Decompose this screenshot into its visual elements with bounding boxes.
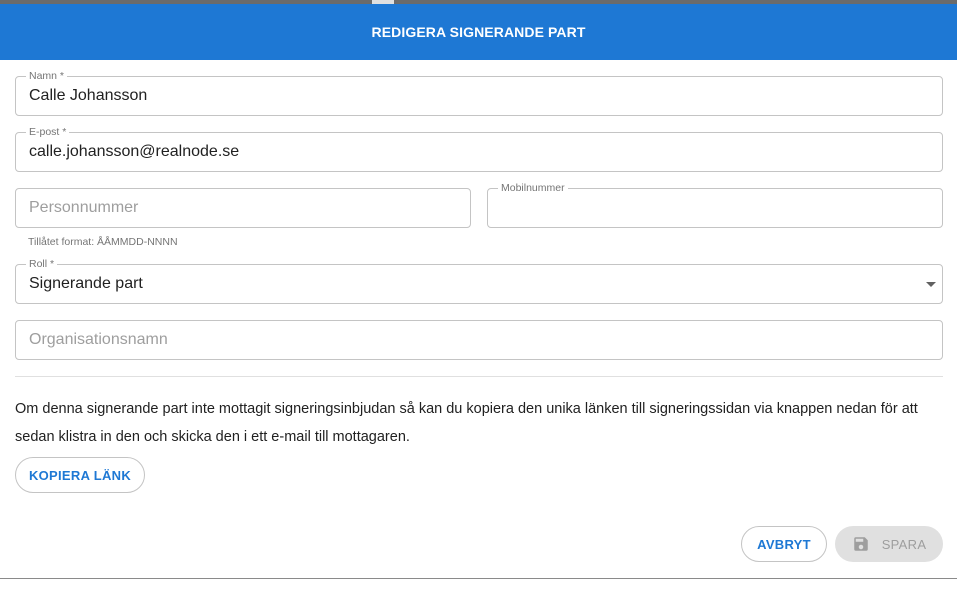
copy-link-info-text: Om denna signerande part inte mottagit s… [15,401,918,445]
save-button[interactable]: SPARA [835,526,943,562]
cancel-button[interactable]: AVBRYT [741,526,827,562]
copy-link-button[interactable]: KOPIERA LÄNK [15,457,145,493]
save-label: SPARA [881,536,927,552]
name-field[interactable]: Namn * Calle Johansson [15,70,943,116]
floppy-disk-icon [853,537,868,551]
chevron-down-icon[interactable] [926,282,936,287]
personnummer-placeholder: Personnummer [29,199,139,216]
cancel-label: AVBRYT [757,536,811,552]
mobile-field[interactable]: Mobilnummer [487,182,943,228]
personnummer-helper-text: Tillåtet format: ÅÅMMDD-NNNN [28,236,178,248]
personnummer-field[interactable]: Personnummer [15,188,471,228]
mobile-label: Mobilnummer [498,182,568,194]
name-value: Calle Johansson [29,87,148,104]
copy-link-label: KOPIERA LÄNK [28,467,132,483]
email-field[interactable]: E-post * calle.johansson@realnode.se [15,126,943,172]
role-select[interactable]: Roll * Signerande part [15,258,943,304]
dialog-header: REDIGERA SIGNERANDE PART [0,4,957,60]
dialog-title: REDIGERA SIGNERANDE PART [371,24,586,40]
section-divider [15,376,943,377]
organisation-placeholder: Organisationsnamn [29,331,168,348]
role-value: Signerande part [29,275,143,292]
organisation-field[interactable]: Organisationsnamn [15,320,943,360]
edit-signer-dialog: REDIGERA SIGNERANDE PART Namn * Calle Jo… [0,4,957,579]
email-value: calle.johansson@realnode.se [29,143,240,160]
